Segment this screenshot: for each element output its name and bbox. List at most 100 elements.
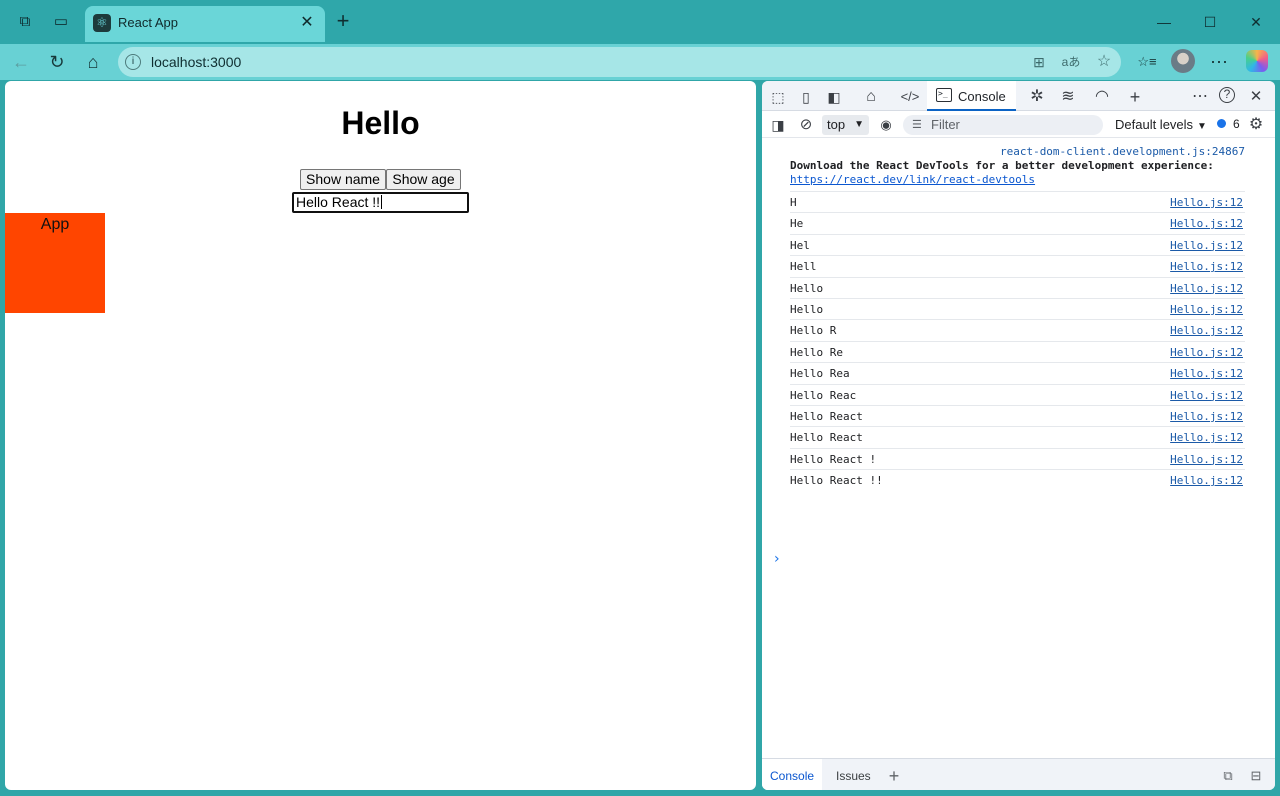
console-sidebar-icon[interactable]: ◨ [768, 115, 788, 135]
console-log-row: Hello React ! Hello.js:12 [790, 447, 1245, 469]
console-log-row: Hel Hello.js:12 [790, 233, 1245, 255]
network-wifi-icon[interactable]: ≋ [1058, 87, 1078, 107]
console-source-link[interactable]: Hello.js:12 [1170, 410, 1243, 423]
console-source-link[interactable]: Hello.js:12 [1170, 260, 1243, 273]
console-source-link[interactable]: Hello.js:12 [1170, 367, 1243, 380]
tab-console[interactable]: >_ Console [927, 81, 1016, 111]
show-name-button[interactable]: Show name [300, 169, 386, 190]
drawer-tab-issues[interactable]: Issues [828, 759, 879, 790]
plus-icon[interactable]: + [332, 10, 354, 33]
tab-actions-icon[interactable]: ▭ [51, 12, 71, 32]
log-levels-dropdown[interactable]: Default levels ▼ [1115, 117, 1207, 132]
message-source-link[interactable]: react-dom-client.development.js:24867 [790, 145, 1245, 158]
title-bar: ⧉ ▭ ⚛ React App ✕ + — ☐ ✕ [0, 0, 1280, 44]
tab-console-label: Console [958, 89, 1006, 104]
console-source-link[interactable]: Hello.js:12 [1170, 346, 1243, 359]
console-prompt-icon[interactable]: › [774, 551, 780, 567]
text-input[interactable]: Hello React !! [292, 192, 469, 213]
sources-bug-icon[interactable]: ✲ [1027, 87, 1047, 107]
back-arrow-icon[interactable]: ← [8, 50, 34, 74]
console-source-link[interactable]: Hello.js:12 [1170, 453, 1243, 466]
filter-placeholder: Filter [931, 117, 960, 132]
console-source-link[interactable]: Hello.js:12 [1170, 282, 1243, 295]
console-log-row: Hello Rea Hello.js:12 [790, 362, 1245, 383]
info-icon[interactable]: i [125, 54, 141, 70]
context-selector[interactable]: top ▼ [822, 115, 869, 135]
maximize-icon[interactable]: ☐ [1198, 11, 1222, 33]
console-log-row: Hello Hello.js:12 [790, 276, 1245, 298]
filter-input[interactable]: ☰ Filter [903, 115, 1103, 135]
console-log-row: Hello React !! Hello.js:12 [790, 469, 1245, 490]
favorites-icon[interactable]: ☆≡ [1136, 52, 1158, 72]
dock-side-icon[interactable]: ◧ [824, 87, 844, 107]
refresh-icon[interactable]: ↻ [44, 50, 70, 74]
console-log-text: Hello [790, 303, 824, 316]
filter-icon: ☰ [912, 119, 922, 131]
console-log-text: He [790, 217, 804, 231]
url-text[interactable]: localhost:3000 [151, 54, 241, 70]
issues-counter[interactable]: 6 [1217, 117, 1240, 131]
welcome-home-icon[interactable]: ⌂ [861, 87, 881, 107]
drawer-tab-console[interactable]: Console [762, 759, 823, 790]
console-source-link[interactable]: Hello.js:12 [1170, 196, 1243, 209]
console-message-devtools: react-dom-client.development.js:24867 Do… [790, 145, 1245, 186]
read-aloud-icon[interactable]: aあ [1060, 52, 1082, 72]
console-log-text: Hello Re [790, 345, 843, 359]
drawer-undock-icon[interactable]: ⧉ [1218, 767, 1238, 785]
close-devtools-icon[interactable]: ✕ [1246, 87, 1266, 107]
text-caret [381, 195, 383, 209]
browser-toolbar: ← ↻ ⌂ i localhost:3000 ⊞ aあ ☆ ☆≡ ⋯ [0, 44, 1280, 80]
web-page: Hello Show name Show age Hello React !! … [5, 81, 756, 790]
console-log-row: Hello R Hello.js:12 [790, 319, 1245, 340]
close-icon[interactable]: ✕ [297, 13, 317, 33]
elements-icon[interactable]: </> [896, 87, 924, 107]
console-source-link[interactable]: Hello.js:12 [1170, 389, 1243, 402]
log-levels-label: Default levels [1115, 117, 1194, 132]
browser-tab[interactable]: ⚛ React App ✕ [85, 6, 325, 42]
avatar[interactable] [1171, 49, 1195, 73]
console-source-link[interactable]: Hello.js:12 [1170, 239, 1243, 252]
devtools-link[interactable]: https://react.dev/link/react-devtools [790, 173, 1245, 186]
address-bar[interactable]: i localhost:3000 ⊞ aあ ☆ [118, 47, 1121, 77]
more-icon[interactable]: ⋯ [1208, 52, 1230, 72]
help-icon[interactable]: ? [1219, 87, 1235, 103]
device-emulation-icon[interactable]: ▯ [796, 87, 816, 107]
add-tool-plus-icon[interactable]: + [1125, 87, 1145, 107]
console-settings-gear-icon[interactable]: ⚙ [1246, 115, 1266, 135]
window-close-icon[interactable]: ✕ [1244, 11, 1268, 33]
console-log-text: Hell [790, 260, 817, 274]
console-log-row: Hell Hello.js:12 [790, 255, 1245, 276]
drawer-add-plus-icon[interactable]: + [884, 767, 904, 785]
live-expression-eye-icon[interactable]: ◉ [876, 115, 896, 135]
chevron-down-icon: ▼ [1197, 121, 1207, 132]
console-source-link[interactable]: Hello.js:12 [1170, 474, 1243, 487]
console-log-text: Hello [790, 281, 824, 295]
more-tools-icon[interactable]: ⋯ [1190, 87, 1210, 107]
issues-count-value: 6 [1233, 117, 1240, 131]
workspaces-icon[interactable]: ⧉ [15, 12, 35, 32]
console-log-row: Hello React Hello.js:12 [790, 426, 1245, 447]
console-output: react-dom-client.development.js:24867 Do… [762, 139, 1275, 759]
console-log-row: Hello Re Hello.js:12 [790, 340, 1245, 362]
clear-console-icon[interactable]: ⊘ [796, 115, 816, 135]
console-source-link[interactable]: Hello.js:12 [1170, 303, 1243, 316]
devtools-tab-bar: ⬚ ▯ ◧ ⌂ </> >_ Console ✲ ≋ ◠ + ⋯ ? ✕ [762, 81, 1275, 111]
console-log-text: Hel [790, 238, 810, 252]
console-log-row: He Hello.js:12 [790, 212, 1245, 233]
page-heading: Hello [341, 105, 420, 141]
inspect-element-icon[interactable]: ⬚ [768, 87, 788, 107]
split-screen-icon[interactable]: ⊞ [1028, 52, 1050, 72]
copilot-icon[interactable] [1246, 50, 1268, 72]
console-source-link[interactable]: Hello.js:12 [1170, 431, 1243, 444]
console-source-link[interactable]: Hello.js:12 [1170, 217, 1243, 230]
drawer-collapse-icon[interactable]: ⊟ [1246, 767, 1266, 785]
performance-gauge-icon[interactable]: ◠ [1092, 87, 1112, 107]
show-age-button[interactable]: Show age [386, 169, 461, 190]
text-input-value: Hello React !! [296, 194, 381, 210]
console-source-link[interactable]: Hello.js:12 [1170, 324, 1243, 337]
minimize-icon[interactable]: — [1152, 11, 1176, 33]
star-icon[interactable]: ☆ [1093, 52, 1115, 72]
home-icon[interactable]: ⌂ [80, 50, 106, 74]
devtools-drawer: Console Issues + ⧉ ⊟ [762, 758, 1275, 790]
console-icon: >_ [936, 88, 952, 102]
